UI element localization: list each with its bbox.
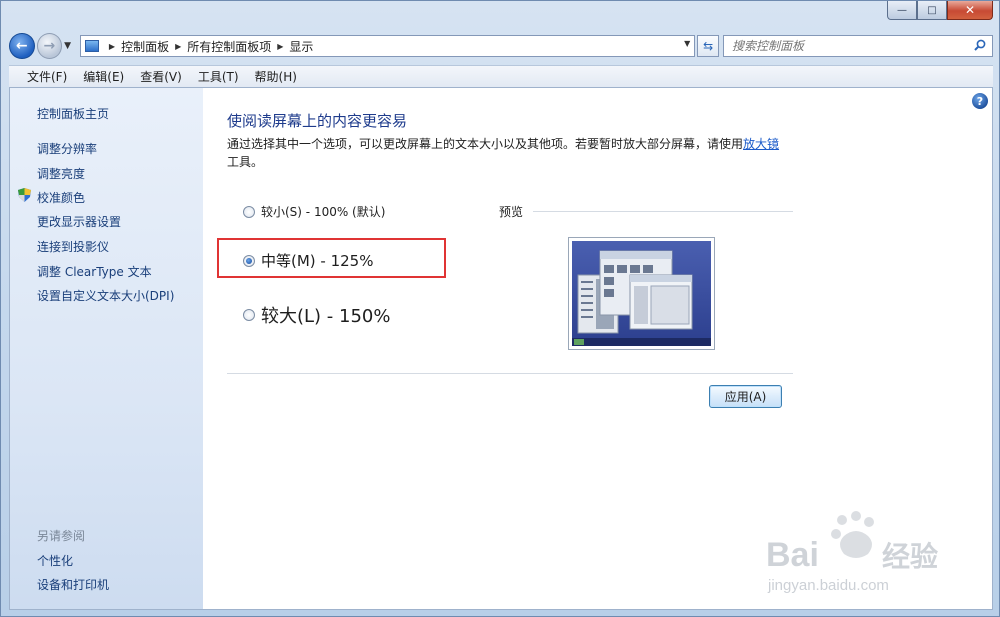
- menu-bar: 文件(F) 编辑(E) 查看(V) 工具(T) 帮助(H): [9, 65, 993, 87]
- menu-file[interactable]: 文件(F): [9, 66, 75, 88]
- control-panel-icon: [84, 40, 99, 52]
- breadcrumb-control-panel[interactable]: 控制面板: [121, 38, 169, 55]
- caption-buttons: — □ ✕: [887, 1, 993, 20]
- control-panel-window: — □ ✕ ← → ▼ ▶ 控制面板 ▶ 所有控制面板项 ▶ 显示 ▼ ⇆ 搜索…: [0, 0, 1000, 617]
- sidebar-link-resolution[interactable]: 调整分辨率: [37, 140, 97, 157]
- preview-divider: [533, 211, 793, 212]
- help-icon[interactable]: ?: [972, 93, 988, 109]
- option-medium[interactable]: 中等(M) - 125%: [243, 250, 373, 271]
- minimize-button[interactable]: —: [887, 1, 917, 20]
- watermark-brand-suffix: 经验: [882, 540, 938, 573]
- forward-button[interactable]: →: [36, 33, 63, 59]
- apply-button[interactable]: 应用(A): [709, 385, 782, 408]
- chevron-right-icon[interactable]: ▶: [109, 42, 115, 51]
- refresh-icon: ⇆: [703, 39, 714, 53]
- preview-desktop-illustration: [572, 241, 711, 346]
- address-dropdown-icon[interactable]: ▼: [684, 39, 690, 48]
- watermark-url: jingyan.baidu.com: [767, 577, 889, 594]
- search-box[interactable]: [722, 35, 993, 57]
- baidu-jingyan-watermark: Bai 经验 jingyan.baidu.com: [766, 511, 938, 594]
- content-divider: [227, 373, 793, 374]
- preview-image: [568, 237, 715, 350]
- option-smaller-label[interactable]: 较小(S) - 100% (默认): [261, 203, 385, 220]
- address-bar[interactable]: ▶ 控制面板 ▶ 所有控制面板项 ▶ 显示 ▼: [79, 35, 696, 57]
- sidebar-link-personalization[interactable]: 个性化: [37, 552, 73, 569]
- magnifier-link[interactable]: 放大镜: [743, 137, 779, 151]
- close-button[interactable]: ✕: [947, 1, 993, 20]
- menu-view[interactable]: 查看(V): [132, 66, 190, 88]
- task-pane: 控制面板主页 调整分辨率 调整亮度 校准颜色 更改显示器设置 连接到投影仪 调整…: [10, 88, 203, 609]
- radio-larger[interactable]: [243, 309, 255, 321]
- chevron-right-icon[interactable]: ▶: [175, 42, 181, 51]
- sidebar-link-calibrate-color[interactable]: 校准颜色: [37, 189, 85, 206]
- sidebar-link-custom-dpi[interactable]: 设置自定义文本大小(DPI): [37, 287, 174, 304]
- radio-medium[interactable]: [243, 254, 255, 267]
- breadcrumb-display[interactable]: 显示: [289, 38, 313, 55]
- back-button[interactable]: ←: [9, 33, 35, 59]
- uac-shield-icon: [18, 188, 31, 202]
- sidebar-link-devices-printers[interactable]: 设备和打印机: [37, 576, 109, 593]
- menu-help[interactable]: 帮助(H): [247, 66, 305, 88]
- chevron-right-icon[interactable]: ▶: [277, 42, 283, 51]
- sidebar-link-brightness[interactable]: 调整亮度: [37, 165, 85, 182]
- arrow-right-icon: →: [43, 38, 56, 54]
- breadcrumb-all-items[interactable]: 所有控制面板项: [187, 38, 271, 55]
- page-description: 通过选择其中一个选项，可以更改屏幕上的文本大小以及其他项。若要暂时放大部分屏幕，…: [227, 135, 787, 171]
- description-text-end: 工具。: [227, 155, 264, 169]
- navigation-bar: ← → ▼ ▶ 控制面板 ▶ 所有控制面板项 ▶ 显示 ▼ ⇆: [9, 31, 993, 61]
- option-larger-label[interactable]: 较大(L) - 150%: [261, 302, 390, 328]
- option-smaller[interactable]: 较小(S) - 100% (默认): [243, 203, 385, 220]
- sidebar-link-projector[interactable]: 连接到投影仪: [37, 238, 109, 255]
- maximize-button[interactable]: □: [917, 1, 947, 20]
- description-text: 通过选择其中一个选项，可以更改屏幕上的文本大小以及其他项。若要暂时放大部分屏幕，…: [227, 137, 744, 151]
- refresh-button[interactable]: ⇆: [697, 35, 719, 57]
- sidebar-link-cleartype[interactable]: 调整 ClearType 文本: [37, 263, 152, 280]
- preview-label: 预览: [499, 203, 528, 220]
- menu-tools[interactable]: 工具(T): [190, 66, 247, 88]
- option-medium-label[interactable]: 中等(M) - 125%: [261, 250, 373, 271]
- see-also-heading: 另请参阅: [37, 529, 86, 543]
- sidebar-home-link[interactable]: 控制面板主页: [37, 105, 109, 122]
- search-input[interactable]: [731, 39, 962, 53]
- menu-edit[interactable]: 编辑(E): [75, 66, 132, 88]
- watermark-brand: Bai: [766, 536, 819, 574]
- arrow-left-icon: ←: [15, 38, 28, 54]
- radio-smaller[interactable]: [243, 205, 255, 218]
- page-title: 使阅读屏幕上的内容更容易: [227, 112, 408, 130]
- search-icon[interactable]: [974, 39, 986, 51]
- option-larger[interactable]: 较大(L) - 150%: [243, 302, 390, 328]
- recent-pages-dropdown[interactable]: ▼: [64, 41, 74, 51]
- sidebar-link-display-settings[interactable]: 更改显示器设置: [37, 213, 121, 230]
